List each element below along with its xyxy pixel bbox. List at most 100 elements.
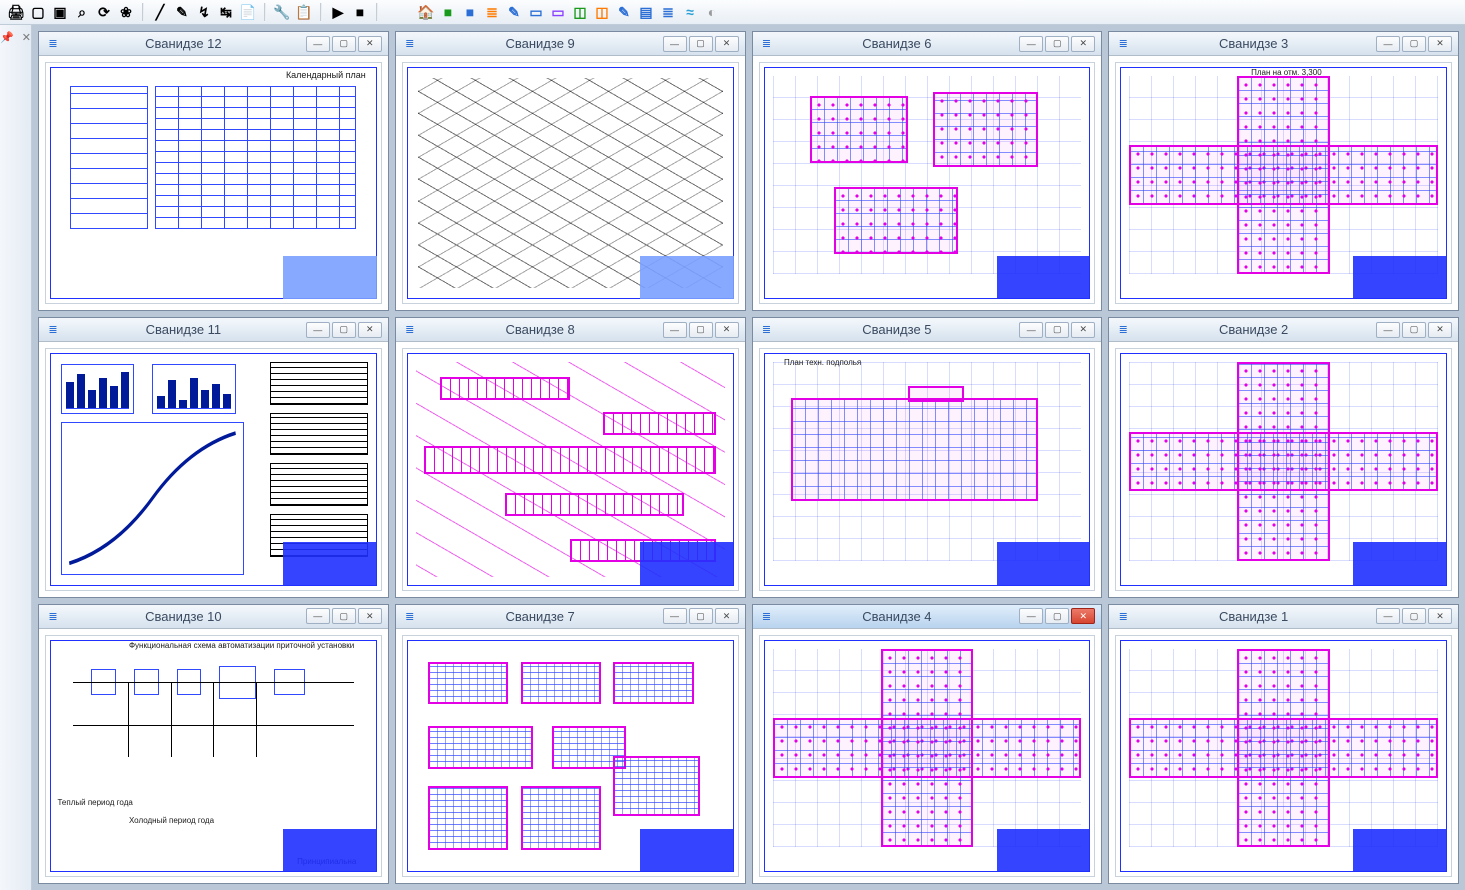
window-minimize-button[interactable]: — bbox=[306, 322, 330, 338]
doc-window[interactable]: ≣Сванидзе 3—▢✕План на отм. 3,300 bbox=[1108, 31, 1459, 311]
doc-window[interactable]: ≣Сванидзе 6—▢✕ bbox=[752, 31, 1103, 311]
drawing-canvas[interactable]: План техн. подполья bbox=[753, 342, 1102, 596]
doc-titlebar[interactable]: ≣Сванидзе 5—▢✕ bbox=[753, 318, 1102, 342]
drawing-canvas[interactable] bbox=[1109, 342, 1458, 596]
window-maximize-button[interactable]: ▢ bbox=[1402, 322, 1426, 338]
doc-window[interactable]: ≣Сванидзе 12—▢✕Календарный план bbox=[38, 31, 389, 311]
drawing-canvas[interactable] bbox=[396, 629, 745, 883]
window-close-button[interactable]: ✕ bbox=[358, 36, 382, 52]
window-maximize-button[interactable]: ▢ bbox=[1045, 608, 1069, 624]
window-minimize-button[interactable]: — bbox=[306, 36, 330, 52]
tool-copy[interactable]: 📄 bbox=[238, 2, 258, 22]
pin-icon[interactable]: 📌 bbox=[0, 29, 18, 46]
tool-props[interactable]: 📋 bbox=[294, 2, 314, 22]
palette-home[interactable]: 🏠 bbox=[416, 2, 436, 22]
window-close-button[interactable]: ✕ bbox=[358, 608, 382, 624]
tool-hatch[interactable]: ↯ bbox=[194, 2, 214, 22]
window-minimize-button[interactable]: — bbox=[663, 36, 687, 52]
drawing-canvas[interactable] bbox=[396, 342, 745, 596]
window-minimize-button[interactable]: — bbox=[663, 322, 687, 338]
doc-window[interactable]: ≣Сванидзе 2—▢✕ bbox=[1108, 317, 1459, 597]
window-close-button[interactable]: ✕ bbox=[1428, 608, 1452, 624]
tool-play[interactable]: ▶ bbox=[328, 2, 348, 22]
tool-wrench[interactable]: 🔧 bbox=[272, 2, 292, 22]
tool-print[interactable]: 🖨 bbox=[6, 2, 26, 22]
window-minimize-button[interactable]: — bbox=[1376, 322, 1400, 338]
window-maximize-button[interactable]: ▢ bbox=[1402, 608, 1426, 624]
drawing-canvas[interactable] bbox=[753, 629, 1102, 883]
window-close-button[interactable]: ✕ bbox=[358, 322, 382, 338]
window-minimize-button[interactable]: — bbox=[1376, 608, 1400, 624]
tool-zoom-ext[interactable]: ⌕ bbox=[72, 2, 92, 22]
window-maximize-button[interactable]: ▢ bbox=[332, 36, 356, 52]
window-close-button[interactable]: ✕ bbox=[715, 36, 739, 52]
tool-layer[interactable]: ❀ bbox=[116, 2, 136, 22]
palette-blue[interactable]: ■ bbox=[460, 2, 480, 22]
tool-stop[interactable]: ■ bbox=[350, 2, 370, 22]
window-close-button[interactable]: ✕ bbox=[1071, 608, 1095, 624]
tool-offset[interactable]: ↹ bbox=[216, 2, 236, 22]
tool-dim[interactable]: ✎ bbox=[172, 2, 192, 22]
palette-globe[interactable]: ◐ bbox=[702, 2, 722, 22]
window-minimize-button[interactable]: — bbox=[1376, 36, 1400, 52]
window-close-button[interactable]: ✕ bbox=[1071, 36, 1095, 52]
palette-style[interactable]: ✎ bbox=[504, 2, 524, 22]
window-close-button[interactable]: ✕ bbox=[1071, 322, 1095, 338]
doc-titlebar[interactable]: ≣Сванидзе 2—▢✕ bbox=[1109, 318, 1458, 342]
palette-wave[interactable]: ≈ bbox=[680, 2, 700, 22]
tool-refresh[interactable]: ⟳ bbox=[94, 2, 114, 22]
palette-select[interactable]: ◫ bbox=[570, 2, 590, 22]
doc-window[interactable]: ≣Сванидзе 10—▢✕Функциональная схема авто… bbox=[38, 604, 389, 884]
palette-edit[interactable]: ✎ bbox=[614, 2, 634, 22]
window-close-button[interactable]: ✕ bbox=[715, 608, 739, 624]
palette-box2[interactable]: ▭ bbox=[548, 2, 568, 22]
window-minimize-button[interactable]: — bbox=[663, 608, 687, 624]
doc-window[interactable]: ≣Сванидзе 9—▢✕ bbox=[395, 31, 746, 311]
drawing-canvas[interactable]: Функциональная схема автоматизации прито… bbox=[39, 629, 388, 883]
palette-sheet[interactable]: ▤ bbox=[636, 2, 656, 22]
drawing-canvas[interactable]: План на отм. 3,300 bbox=[1109, 56, 1458, 310]
drawing-canvas[interactable] bbox=[396, 56, 745, 310]
palette-stairs[interactable]: ≣ bbox=[482, 2, 502, 22]
doc-window[interactable]: ≣Сванидзе 5—▢✕План техн. подполья bbox=[752, 317, 1103, 597]
doc-window[interactable]: ≣Сванидзе 1—▢✕ bbox=[1108, 604, 1459, 884]
window-close-button[interactable]: ✕ bbox=[715, 322, 739, 338]
tool-line[interactable]: ╱ bbox=[150, 2, 170, 22]
tool-sheet[interactable]: ▢ bbox=[28, 2, 48, 22]
doc-titlebar[interactable]: ≣Сванидзе 10—▢✕ bbox=[39, 605, 388, 629]
window-minimize-button[interactable]: — bbox=[1019, 322, 1043, 338]
window-maximize-button[interactable]: ▢ bbox=[332, 608, 356, 624]
window-close-button[interactable]: ✕ bbox=[1428, 36, 1452, 52]
window-maximize-button[interactable]: ▢ bbox=[689, 36, 713, 52]
palette-green[interactable]: ■ bbox=[438, 2, 458, 22]
window-maximize-button[interactable]: ▢ bbox=[689, 608, 713, 624]
window-minimize-button[interactable]: — bbox=[1019, 608, 1043, 624]
doc-titlebar[interactable]: ≣Сванидзе 7—▢✕ bbox=[396, 605, 745, 629]
drawing-canvas[interactable] bbox=[39, 342, 388, 596]
doc-window[interactable]: ≣Сванидзе 11—▢✕ bbox=[38, 317, 389, 597]
doc-titlebar[interactable]: ≣Сванидзе 6—▢✕ bbox=[753, 32, 1102, 56]
drawing-canvas[interactable] bbox=[753, 56, 1102, 310]
doc-titlebar[interactable]: ≣Сванидзе 3—▢✕ bbox=[1109, 32, 1458, 56]
doc-titlebar[interactable]: ≣Сванидзе 1—▢✕ bbox=[1109, 605, 1458, 629]
window-maximize-button[interactable]: ▢ bbox=[1045, 36, 1069, 52]
window-minimize-button[interactable]: — bbox=[1019, 36, 1043, 52]
doc-titlebar[interactable]: ≣Сванидзе 9—▢✕ bbox=[396, 32, 745, 56]
drawing-canvas[interactable]: Календарный план bbox=[39, 56, 388, 310]
palette-area[interactable]: ◫ bbox=[592, 2, 612, 22]
doc-titlebar[interactable]: ≣Сванидзе 4—▢✕ bbox=[753, 605, 1102, 629]
window-close-button[interactable]: ✕ bbox=[1428, 322, 1452, 338]
palette-layers[interactable]: ≣ bbox=[658, 2, 678, 22]
doc-titlebar[interactable]: ≣Сванидзе 12—▢✕ bbox=[39, 32, 388, 56]
doc-titlebar[interactable]: ≣Сванидзе 11—▢✕ bbox=[39, 318, 388, 342]
window-maximize-button[interactable]: ▢ bbox=[332, 322, 356, 338]
window-minimize-button[interactable]: — bbox=[306, 608, 330, 624]
drawing-canvas[interactable] bbox=[1109, 629, 1458, 883]
doc-window[interactable]: ≣Сванидзе 8—▢✕ bbox=[395, 317, 746, 597]
window-maximize-button[interactable]: ▢ bbox=[1402, 36, 1426, 52]
window-maximize-button[interactable]: ▢ bbox=[689, 322, 713, 338]
tool-open[interactable]: ▣ bbox=[50, 2, 70, 22]
window-maximize-button[interactable]: ▢ bbox=[1045, 322, 1069, 338]
doc-window[interactable]: ≣Сванидзе 7—▢✕ bbox=[395, 604, 746, 884]
doc-window[interactable]: ≣Сванидзе 4—▢✕ bbox=[752, 604, 1103, 884]
